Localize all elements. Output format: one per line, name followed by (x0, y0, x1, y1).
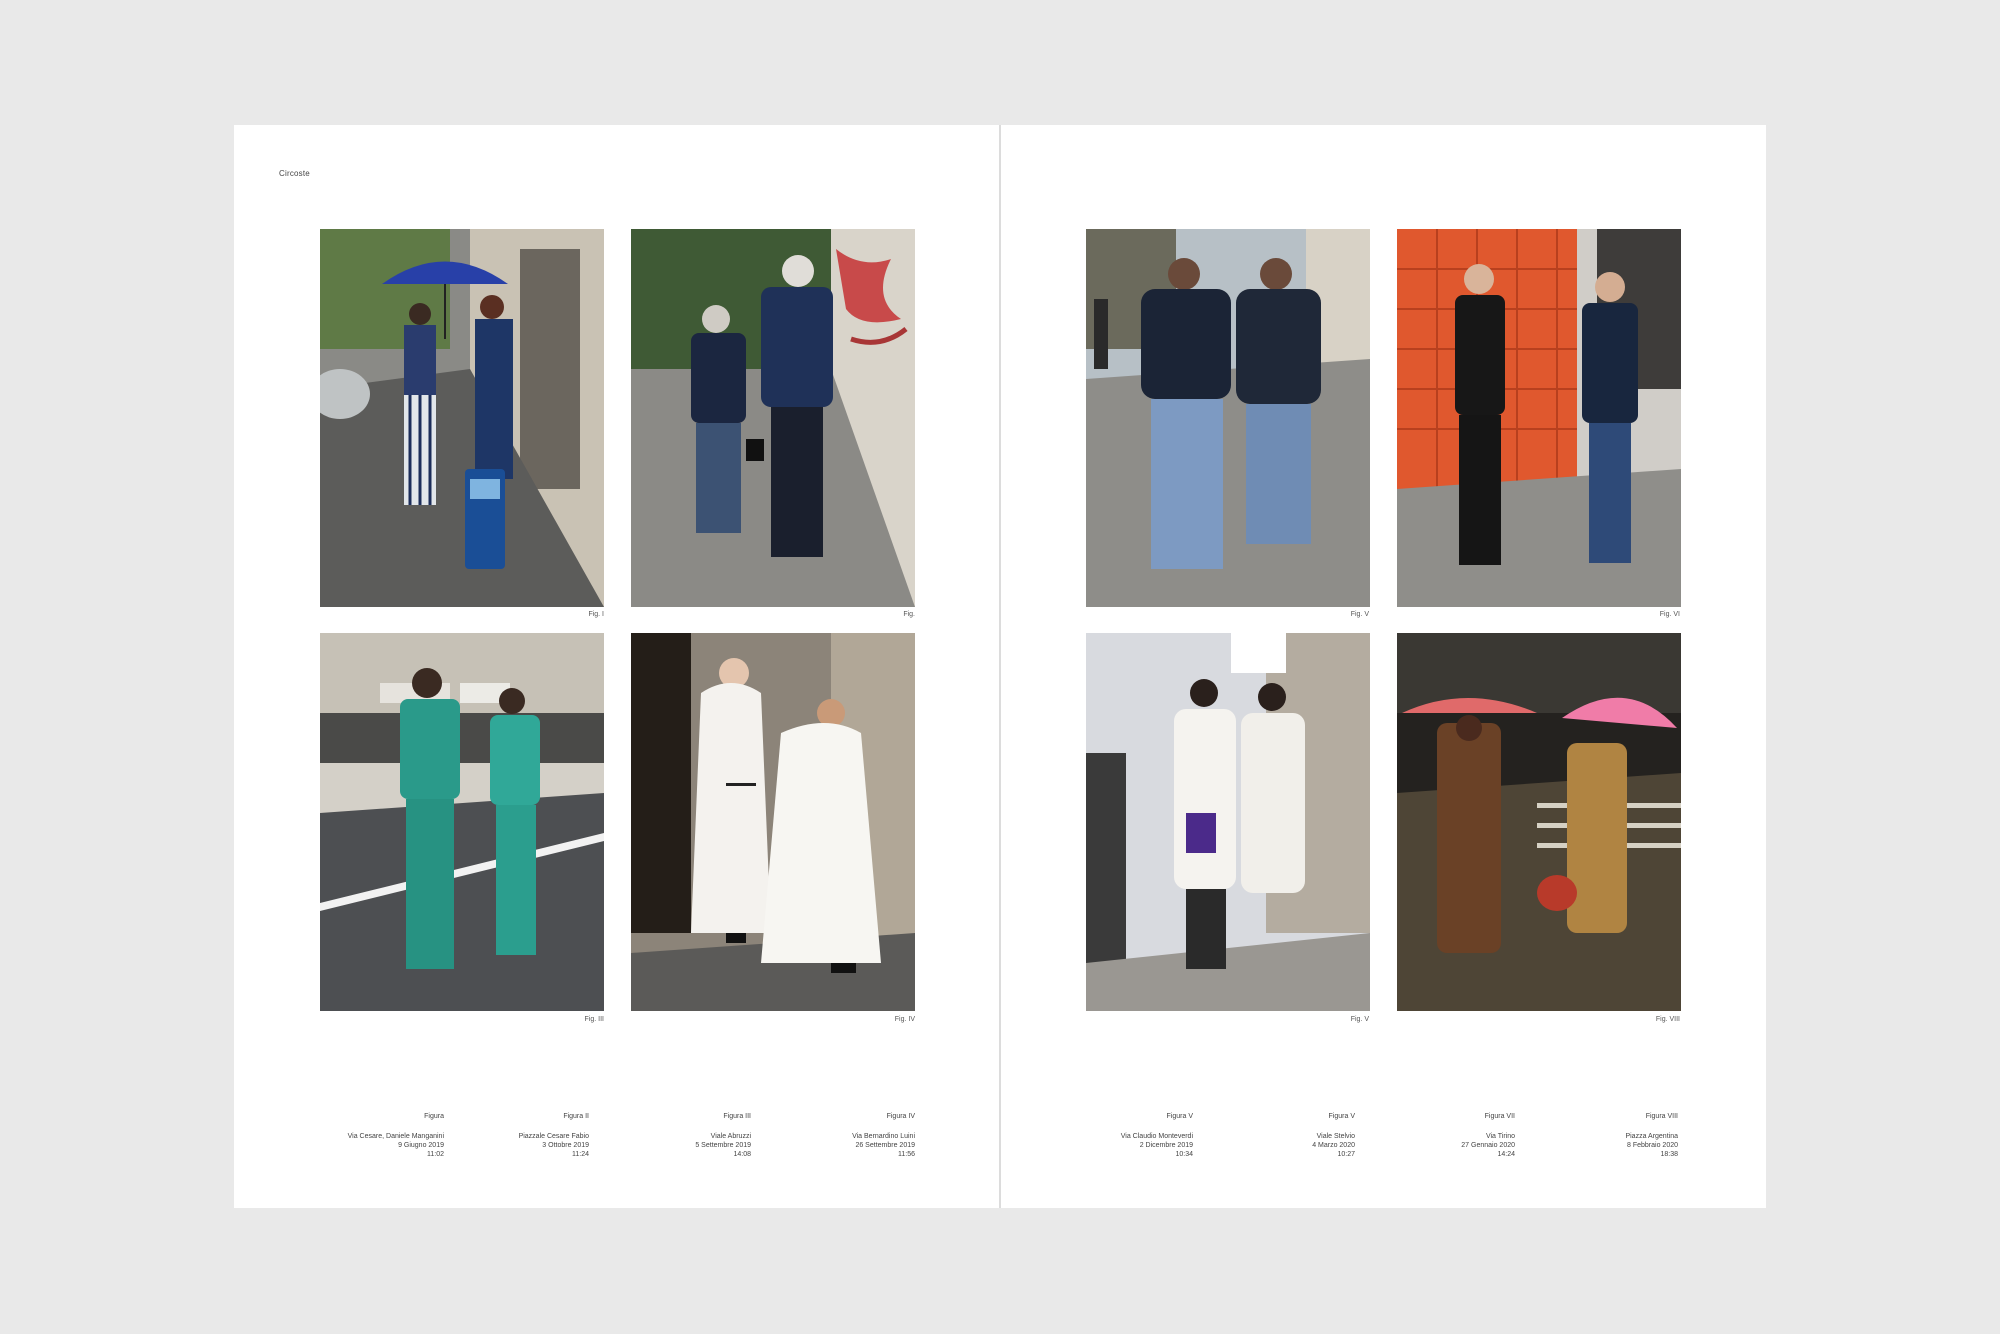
caption-place: Viale Abruzzi (710, 1133, 751, 1140)
caption-8: Figura VIII Piazza Argentina 8 Febbraio … (1528, 1112, 1678, 1159)
caption-time: 10:27 (1337, 1151, 1355, 1158)
photo-fig-6 (1397, 229, 1681, 607)
caption-title: Figura (424, 1113, 444, 1120)
fig-label-4: Fig. IV (894, 1016, 915, 1023)
caption-title: Figura VII (1484, 1113, 1515, 1120)
caption-date: 27 Gennaio 2020 (1461, 1142, 1515, 1149)
caption-date: 4 Marzo 2020 (1312, 1142, 1355, 1149)
fig-label-2: Fig. (903, 611, 915, 618)
caption-date: 5 Settembre 2019 (695, 1142, 751, 1149)
caption-1: Figura Via Cesare, Daniele Manganini 9 G… (294, 1112, 444, 1159)
caption-title: Figura II (563, 1113, 589, 1120)
caption-title: Figura V (1166, 1113, 1193, 1120)
fig-label-8: Fig. VIII (1655, 1016, 1680, 1023)
right-page: Fig. V Fig. VI Fig. V Fig. VIII Figura V… (1001, 125, 1766, 1208)
caption-place: Piazza Argentina (1625, 1133, 1678, 1140)
caption-time: 11:24 (572, 1151, 589, 1158)
caption-time: 10:34 (1175, 1151, 1193, 1158)
photo-fig-5 (1086, 229, 1370, 607)
fig-label-5: Fig. V (1350, 611, 1369, 618)
photo-fig-7 (1086, 633, 1370, 1011)
caption-title: Figura IV (886, 1113, 915, 1120)
caption-place: Viale Stelvio (1316, 1133, 1355, 1140)
fig-label-6: Fig. VI (1659, 611, 1680, 618)
caption-date: 8 Febbraio 2020 (1627, 1142, 1678, 1149)
caption-time: 14:08 (733, 1151, 751, 1158)
caption-time: 11:56 (898, 1151, 915, 1158)
caption-date: 2 Dicembre 2019 (1139, 1142, 1193, 1149)
fig-label-7: Fig. V (1350, 1016, 1369, 1023)
running-head: Circoste (279, 169, 310, 178)
caption-6: Figura V Viale Stelvio 4 Marzo 2020 10:2… (1205, 1112, 1355, 1159)
photo-fig-8 (1397, 633, 1681, 1011)
fig-label-1: Fig. I (588, 611, 604, 618)
left-page: Circoste Fig. I Fig. Fig. III Fig. IV Fi… (234, 125, 999, 1208)
caption-time: 14:24 (1497, 1151, 1515, 1158)
photo-fig-2 (631, 229, 915, 607)
caption-place: Via Bernardino Luini (852, 1133, 915, 1140)
caption-date: 26 Settembre 2019 (855, 1142, 915, 1149)
photo-fig-1 (320, 229, 604, 607)
caption-place: Via Cesare, Daniele Manganini (347, 1133, 444, 1140)
caption-5: Figura V Via Claudio Monteverdi 2 Dicemb… (1043, 1112, 1193, 1159)
caption-place: Piazzale Cesare Fabio (518, 1133, 589, 1140)
caption-title: Figura V (1328, 1113, 1355, 1120)
caption-title: Figura III (723, 1113, 751, 1120)
caption-time: 11:02 (427, 1151, 444, 1158)
caption-date: 9 Giugno 2019 (398, 1142, 444, 1149)
caption-7: Figura VII Via Tirino 27 Gennaio 2020 14… (1365, 1112, 1515, 1159)
caption-4: Figura IV Via Bernardino Luini 26 Settem… (765, 1112, 915, 1159)
caption-2: Figura II Piazzale Cesare Fabio 3 Ottobr… (439, 1112, 589, 1159)
caption-title: Figura VIII (1645, 1113, 1678, 1120)
photo-fig-4 (631, 633, 915, 1011)
caption-place: Via Tirino (1485, 1133, 1515, 1140)
fig-label-3: Fig. III (584, 1016, 604, 1023)
caption-3: Figura III Viale Abruzzi 5 Settembre 201… (601, 1112, 751, 1159)
caption-time: 18:38 (1660, 1151, 1678, 1158)
caption-place: Via Claudio Monteverdi (1120, 1133, 1193, 1140)
caption-date: 3 Ottobre 2019 (542, 1142, 589, 1149)
photo-fig-3 (320, 633, 604, 1011)
